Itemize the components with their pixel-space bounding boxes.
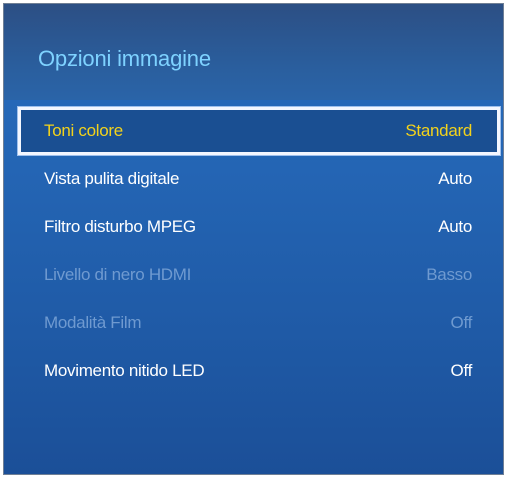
menu-item-filtro-disturbo-mpeg[interactable]: Filtro disturbo MPEG Auto — [18, 203, 500, 251]
menu-item-value: Standard — [405, 121, 472, 140]
menu-item-label: Movimento nitido LED — [44, 361, 205, 380]
menu-item-label: Modalità Film — [44, 313, 142, 332]
menu-item-value: Off — [450, 313, 473, 332]
menu-item-value: Off — [450, 361, 473, 380]
menu-item-label: Vista pulita digitale — [44, 169, 180, 188]
menu-item-label: Filtro disturbo MPEG — [44, 217, 196, 236]
menu-item-modalita-film: Modalità Film Off — [18, 299, 500, 347]
menu-item-value: Basso — [426, 265, 472, 284]
menu-item-toni-colore[interactable]: Toni colore Standard — [18, 107, 500, 155]
menu-item-livello-di-nero-hdmi: Livello di nero HDMI Basso — [18, 251, 500, 299]
menu-item-label: Toni colore — [44, 121, 123, 140]
dialog-header: Opzioni immagine — [4, 4, 503, 100]
menu-item-label: Livello di nero HDMI — [44, 265, 192, 284]
dialog-title: Opzioni immagine — [38, 46, 211, 71]
menu-item-movimento-nitido-led[interactable]: Movimento nitido LED Off — [18, 347, 500, 395]
menu-item-vista-pulita-digitale[interactable]: Vista pulita digitale Auto — [18, 155, 500, 203]
menu-item-value: Auto — [438, 217, 472, 236]
menu-item-value: Auto — [438, 169, 472, 188]
picture-options-dialog: Opzioni immagine Toni colore Standard Vi… — [3, 3, 504, 475]
options-list: Toni colore Standard Vista pulita digita… — [18, 107, 500, 395]
